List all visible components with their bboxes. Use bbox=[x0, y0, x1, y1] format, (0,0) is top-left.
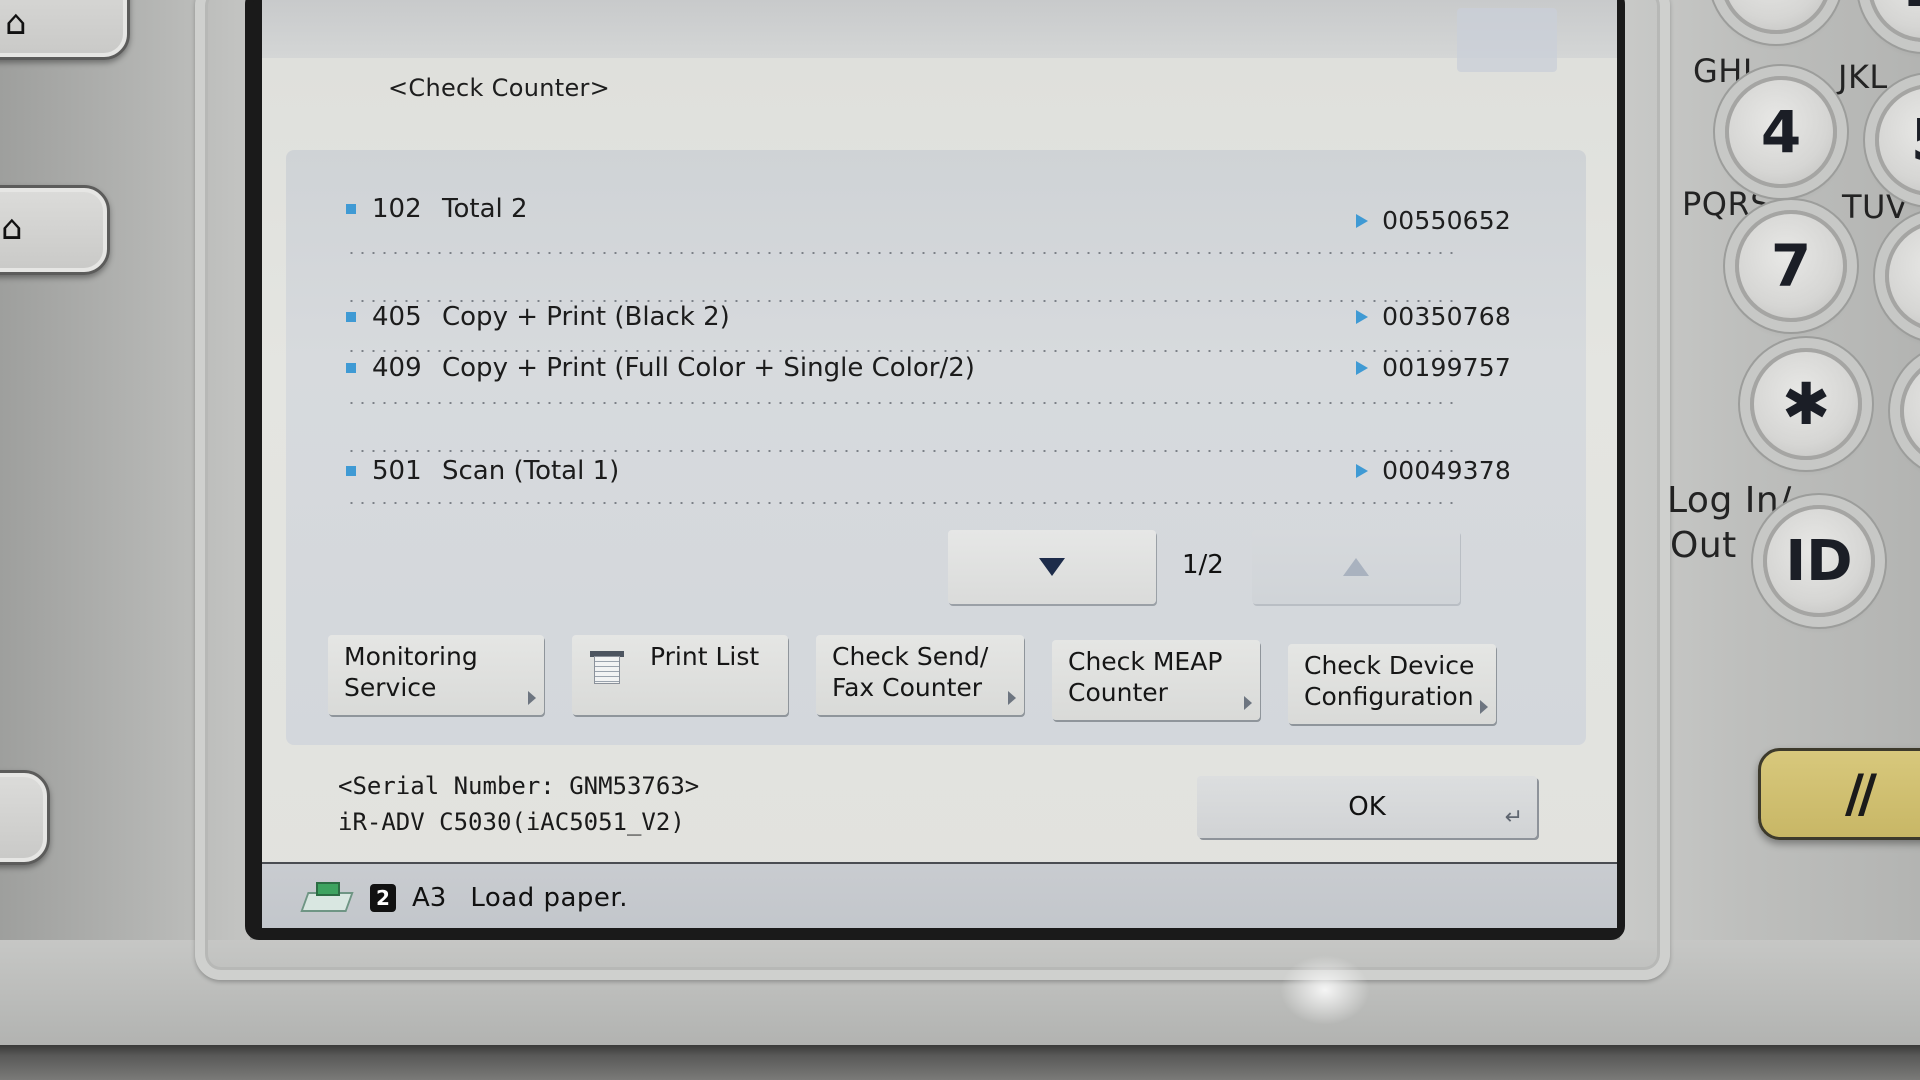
bullet-icon bbox=[346, 363, 356, 373]
check-device-configuration-button[interactable]: Check Device Configuration bbox=[1288, 644, 1496, 724]
key-hash[interactable] bbox=[1900, 355, 1920, 467]
paper-size: A3 bbox=[412, 883, 447, 913]
button-label: Service bbox=[344, 673, 437, 702]
triangle-down-icon bbox=[1039, 558, 1065, 576]
counter-label: Copy + Print (Full Color + Single Color/… bbox=[442, 353, 975, 383]
submenu-arrow-icon bbox=[1244, 696, 1252, 710]
bullet-icon bbox=[346, 312, 356, 322]
ok-button[interactable]: OK ↵ bbox=[1197, 776, 1537, 838]
row-divider bbox=[346, 252, 1456, 254]
counter-row: 405 Copy + Print (Black 2) 00350768 bbox=[346, 292, 1511, 342]
tray-number-badge: 2 bbox=[370, 884, 396, 912]
screen-top-bar bbox=[262, 0, 1617, 72]
paper-tray-icon bbox=[300, 878, 358, 918]
serial-number: <Serial Number: GNM53763> bbox=[338, 772, 700, 800]
status-message: Load paper. bbox=[470, 883, 628, 913]
scroll-up-button[interactable] bbox=[1252, 530, 1460, 604]
counter-label: Scan (Total 1) bbox=[442, 456, 620, 486]
top-right-button[interactable] bbox=[1457, 8, 1557, 72]
key-8[interactable]: 8 bbox=[1885, 220, 1920, 332]
home-icon: ⌂ bbox=[5, 3, 27, 43]
counter-label: Copy + Print (Black 2) bbox=[442, 302, 730, 332]
button-label: Check MEAP bbox=[1068, 647, 1223, 676]
home-button[interactable]: ⌂ bbox=[0, 185, 110, 275]
scroll-down-button[interactable] bbox=[948, 530, 1156, 604]
row-divider bbox=[346, 502, 1456, 504]
bezel-glare bbox=[1280, 955, 1370, 1025]
print-list-icon bbox=[590, 651, 624, 685]
login-id-button[interactable]: ID bbox=[1763, 505, 1875, 617]
enter-icon: ↵ bbox=[1504, 805, 1523, 830]
keypad-label-jkl: JKL bbox=[1838, 58, 1888, 96]
monitoring-service-button[interactable]: Monitoring Service bbox=[328, 635, 544, 715]
status-bar: 2 A3 Load paper. bbox=[262, 862, 1617, 928]
check-meap-counter-button[interactable]: Check MEAP Counter bbox=[1052, 640, 1260, 720]
triangle-up-icon bbox=[1343, 558, 1369, 576]
home-button-top[interactable]: ⌂ bbox=[0, 0, 130, 60]
counter-value: 00199757 bbox=[1382, 353, 1511, 382]
submenu-arrow-icon bbox=[1480, 700, 1488, 714]
key-2[interactable]: 2 bbox=[1868, 0, 1920, 42]
counter-row: 409 Copy + Print (Full Color + Single Co… bbox=[346, 343, 1511, 393]
counter-row: 102 Total 2 00550652 bbox=[346, 184, 1511, 235]
submenu-arrow-icon bbox=[528, 691, 536, 705]
button-label: Check Send/ bbox=[832, 642, 989, 671]
counter-code: 409 bbox=[372, 353, 422, 383]
bullet-icon bbox=[346, 204, 356, 214]
touch-screen: <Check Counter> 102 Total 2 00550652 405… bbox=[262, 0, 1617, 928]
button-label: Print List bbox=[650, 642, 760, 671]
key-7[interactable]: 7 bbox=[1735, 210, 1847, 322]
button-label: Fax Counter bbox=[832, 673, 983, 702]
check-send-fax-counter-button[interactable]: Check Send/ Fax Counter bbox=[816, 635, 1024, 715]
keypad-label-ghi: GHI bbox=[1693, 52, 1753, 90]
counter-code: 405 bbox=[372, 302, 422, 332]
page-title: <Check Counter> bbox=[388, 74, 611, 102]
bullet-icon bbox=[346, 466, 356, 476]
ok-label: OK bbox=[1348, 792, 1386, 822]
counter-row: 501 Scan (Total 1) 00049378 bbox=[346, 446, 1511, 496]
key-5[interactable]: 5 bbox=[1875, 84, 1920, 196]
button-label: Counter bbox=[1068, 678, 1168, 707]
device-base bbox=[0, 1045, 1920, 1080]
counter-code: 102 bbox=[372, 194, 422, 224]
submenu-arrow-icon bbox=[1008, 691, 1016, 705]
key-1[interactable]: 1 bbox=[1720, 0, 1832, 34]
arrow-right-icon bbox=[1356, 360, 1369, 375]
arrow-right-icon bbox=[1356, 213, 1369, 228]
reset-button[interactable]: // bbox=[1758, 748, 1920, 840]
page-indicator: 1/2 bbox=[1182, 550, 1224, 580]
key-star[interactable]: ✱ bbox=[1750, 348, 1862, 460]
energy-saver-button[interactable] bbox=[0, 770, 50, 865]
counter-label: Total 2 bbox=[442, 194, 528, 224]
counter-value: 00350768 bbox=[1382, 302, 1511, 331]
home-icon: ⌂ bbox=[1, 208, 23, 248]
counter-code: 501 bbox=[372, 456, 422, 486]
print-list-button[interactable]: Print List bbox=[572, 635, 788, 715]
button-label: Check Device bbox=[1304, 651, 1475, 680]
counter-value: 00550652 bbox=[1382, 206, 1511, 235]
keypad-label-pqrs: PQRS bbox=[1682, 185, 1772, 223]
logout-label: Out bbox=[1670, 525, 1737, 566]
model-name: iR-ADV C5030(iAC5051_V2) bbox=[338, 808, 685, 836]
arrow-right-icon bbox=[1356, 463, 1369, 478]
counter-value: 00049378 bbox=[1382, 456, 1511, 485]
row-divider bbox=[346, 402, 1456, 404]
counter-panel: 102 Total 2 00550652 405 Copy + Print (B… bbox=[286, 150, 1586, 745]
login-label: Log In/ bbox=[1667, 480, 1792, 521]
button-label: Configuration bbox=[1304, 682, 1474, 711]
button-label: Monitoring bbox=[344, 642, 478, 671]
keypad-label-tuv: TUV bbox=[1842, 188, 1909, 226]
arrow-right-icon bbox=[1356, 309, 1369, 324]
key-4[interactable]: 4 bbox=[1725, 76, 1837, 188]
